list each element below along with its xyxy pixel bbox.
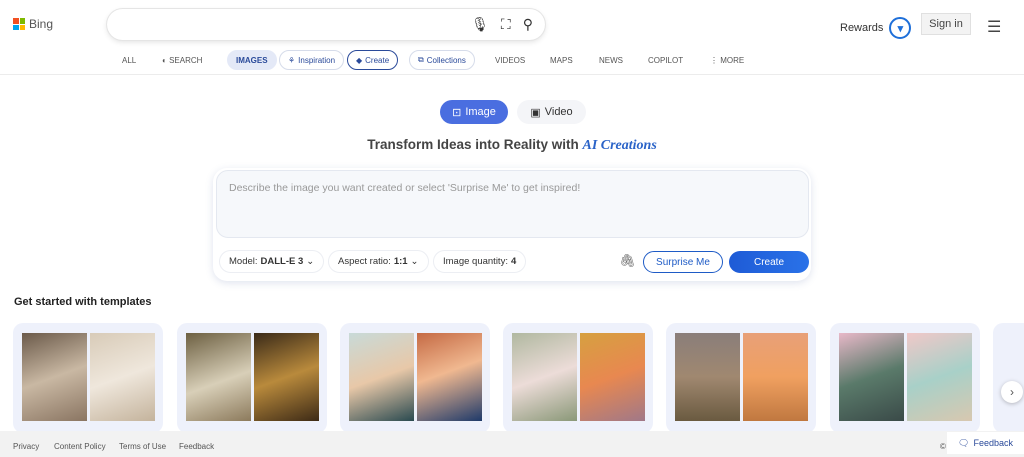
search-input[interactable]: 🎙 ⛶ ⚲ [107,9,545,40]
template-card[interactable] [666,323,816,433]
chevron-down-icon: ⌄ [410,256,419,267]
nav-news[interactable]: NEWS [599,56,623,65]
headline-emphasis: AI Creations [582,138,657,153]
template-card[interactable] [993,323,1024,433]
create-button[interactable]: Create [729,251,809,273]
rewards-label: Rewards [840,22,884,34]
template-image [90,333,155,421]
template-image [254,333,319,421]
templates-heading: Get started with templates [14,296,152,308]
template-card[interactable] [503,323,653,433]
template-image [349,333,414,421]
page-headline: Transform Ideas into Reality with AI Cre… [367,137,657,153]
brand-name: Bing [29,17,54,31]
inspiration-icon: ⚘ [288,55,296,65]
video-icon: ▣ [530,106,541,119]
search-icon[interactable]: ⚲ [523,16,533,33]
rewards-medal-icon: ▾ [889,17,912,39]
footer-terms[interactable]: Terms of Use [119,442,166,451]
template-card[interactable] [340,323,490,433]
nav-all[interactable]: ALL [122,56,136,65]
nav-more[interactable]: ⋮ MORE [710,56,744,65]
image-icon: ⊡ [452,106,462,119]
tab-image[interactable]: ⊡ Image [440,100,508,124]
template-image [580,333,645,421]
template-image [186,333,251,421]
template-card[interactable] [177,323,327,433]
microphone-icon[interactable]: 🎙 [471,16,489,33]
model-dropdown[interactable]: Model: DALL-E 3 ⌄ [219,250,325,273]
tab-video[interactable]: ▣ Video [517,100,586,124]
bing-logo[interactable]: Bing [13,17,53,31]
surprise-me-button[interactable]: Surprise Me [643,251,723,273]
template-card[interactable] [830,323,980,433]
footer-privacy[interactable]: Privacy [13,442,39,451]
copilot-search-icon: ◐ [162,55,170,65]
collections-icon: ⧉ [418,55,424,64]
template-image [907,333,972,421]
more-dots-icon: ⋮ [710,55,721,65]
rewards-button[interactable]: Rewards ▾ [840,17,912,39]
nav-search[interactable]: ◐ SEARCH [162,56,202,65]
nav-videos[interactable]: VIDEOS [495,56,525,65]
template-image [22,333,87,421]
paperclip-icon[interactable]: 🖇 [619,253,636,269]
nav-maps[interactable]: MAPS [550,56,573,65]
template-image [675,333,740,421]
create-icon: ◆ [356,55,363,65]
template-image [512,333,577,421]
template-image [839,333,904,421]
hamburger-menu-icon[interactable]: ☰ [987,17,1001,37]
feedback-button[interactable]: 🗨 Feedback [947,432,1024,454]
footer-feedback[interactable]: Feedback [179,442,214,451]
template-image [417,333,482,421]
template-card[interactable] [13,323,163,433]
chevron-right-icon[interactable]: › [1001,381,1023,403]
microsoft-logo-icon [13,18,25,30]
footer-content-policy[interactable]: Content Policy [54,442,106,451]
image-quantity-selector[interactable]: Image quantity: 4 [433,250,527,273]
nav-create[interactable]: ◆ Create [347,50,399,70]
nav-images[interactable]: IMAGES [227,50,277,70]
nav-copilot[interactable]: COPILOT [648,56,683,65]
aspect-ratio-dropdown[interactable]: Aspect ratio: 1:1 ⌄ [328,250,429,273]
nav-collections[interactable]: ⧉ Collections [409,50,475,70]
prompt-input[interactable]: Describe the image you want created or s… [216,170,809,238]
visual-search-icon[interactable]: ⛶ [501,16,511,33]
nav-bar: ALL ◐ SEARCH IMAGES ⚘ Inspiration ◆ Create… [0,49,1024,71]
chat-bubble-icon: 🗨 [958,437,970,448]
footer: Privacy Content Policy Terms of Use Feed… [0,431,1024,457]
copyright: © [940,442,946,451]
nav-divider [0,74,1024,75]
nav-inspiration[interactable]: ⚘ Inspiration [279,50,345,70]
sign-in-button[interactable]: Sign in [921,13,971,35]
chevron-down-icon: ⌄ [306,256,315,267]
template-image [743,333,808,421]
